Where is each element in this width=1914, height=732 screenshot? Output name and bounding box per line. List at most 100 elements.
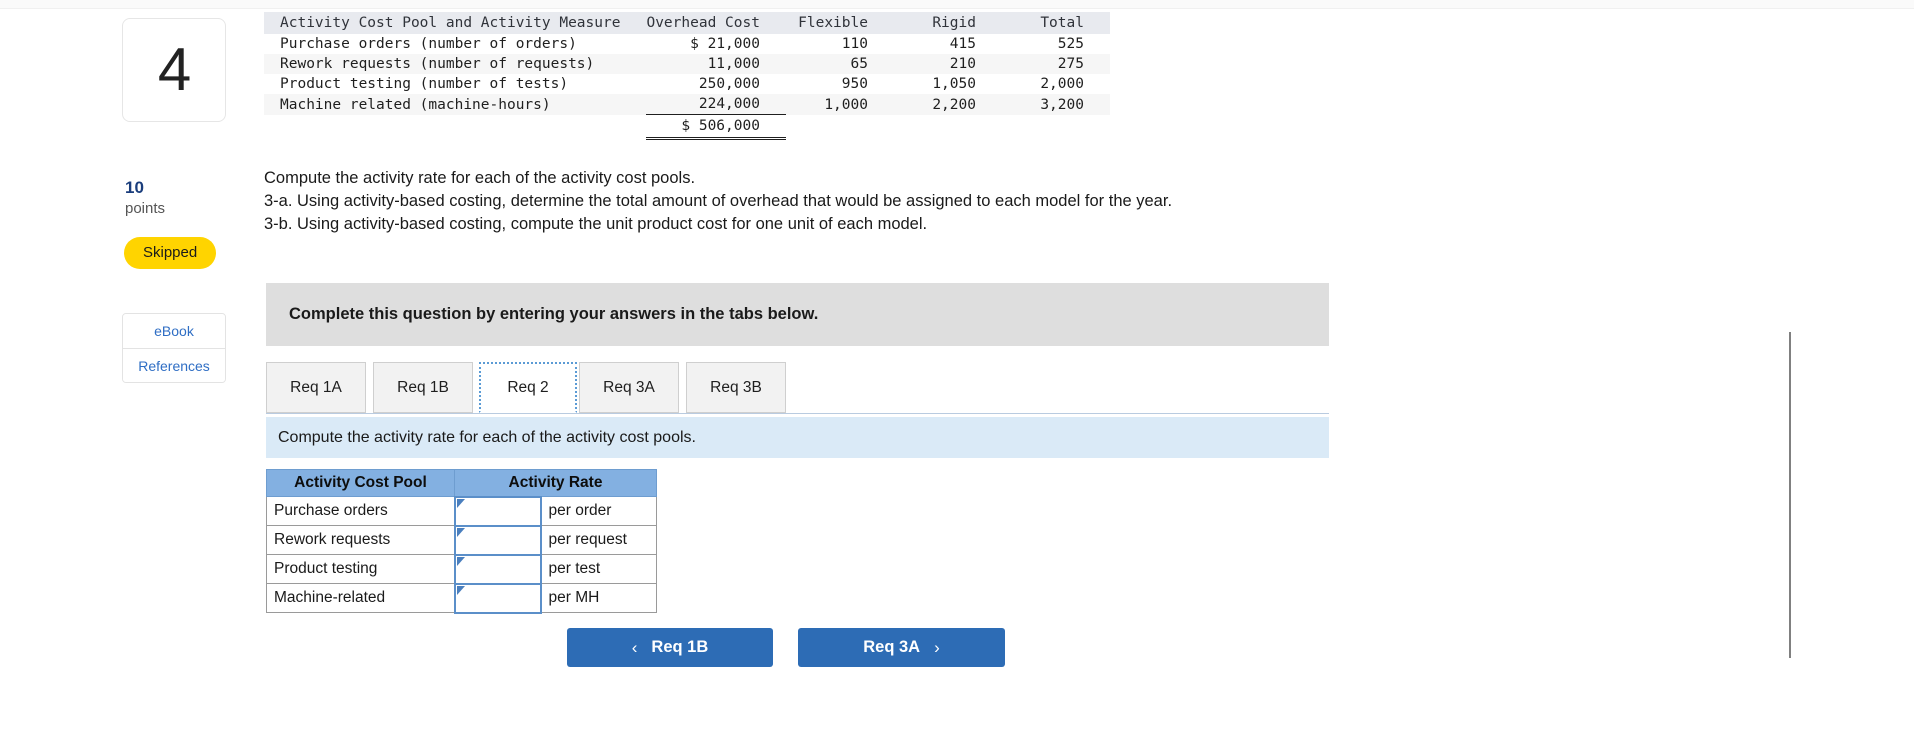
prev-req-button[interactable]: ‹ Req 1B <box>567 628 773 667</box>
exhibit-total-spacer <box>264 114 647 139</box>
exhibit-row-label: Machine related (machine-hours) <box>264 94 647 115</box>
exhibit-row-flexible: 110 <box>841 36 868 52</box>
question-prose: Compute the activity rate for each of th… <box>264 167 1664 236</box>
points-label: points <box>125 200 166 217</box>
exhibit-row-label: Rework requests (number of requests) <box>264 54 647 74</box>
tab-req-2[interactable]: Req 2 <box>479 362 577 413</box>
exhibit-total-spacer-4 <box>1001 114 1110 139</box>
question-number: 4 <box>157 36 191 103</box>
exhibit-table: Activity Cost Pool and Activity Measure … <box>264 12 1110 140</box>
answer-row-pool: Product testing <box>266 554 455 584</box>
exhibit-col-flexible: Flexible <box>785 12 894 34</box>
ebook-link[interactable]: eBook <box>123 314 225 348</box>
tab-label: Req 2 <box>507 378 549 396</box>
exhibit-row-rigid: 415 <box>949 36 976 52</box>
exhibit-row-total: 525 <box>1057 36 1084 52</box>
table-row: Machine related (machine-hours) 224,000 … <box>264 94 1110 115</box>
tab-req-3b[interactable]: Req 3B <box>686 362 786 413</box>
tab-req-1b[interactable]: Req 1B <box>373 362 473 413</box>
exhibit-row-flexible: 1,000 <box>785 94 894 115</box>
exhibit-row-label: Purchase orders (number of orders) <box>280 36 577 52</box>
instruction-banner-text: Complete this question by entering your … <box>289 305 819 323</box>
references-link[interactable]: References <box>123 348 225 382</box>
answer-row-unit: per order <box>540 496 657 526</box>
question-number-card: 4 <box>122 18 226 122</box>
answer-col-pool: Activity Cost Pool <box>266 469 455 497</box>
exhibit-total-row: $ 506,000 <box>264 114 1110 140</box>
chevron-left-icon: ‹ <box>631 637 638 657</box>
exhibit-row-rigid: 210 <box>893 54 1002 74</box>
question-page: 4 10 points Skipped eBook References Act… <box>0 0 1914 732</box>
exhibit-header-row: Activity Cost Pool and Activity Measure … <box>264 12 1110 34</box>
exhibit-row-rigid: 2,200 <box>893 94 1002 115</box>
question-rail: 4 10 points Skipped eBook References <box>122 18 226 383</box>
exhibit-row-total: 2,000 <box>1040 76 1084 92</box>
points-block: 10 points <box>122 179 226 219</box>
exhibit-row-overhead: 224,000 <box>646 94 786 115</box>
next-req-button[interactable]: Req 3A › <box>798 628 1005 667</box>
exhibit-row-label: Product testing (number of tests) <box>280 76 569 92</box>
chevron-right-icon: › <box>934 637 940 657</box>
requirement-bar: Compute the activity rate for each of th… <box>266 417 1329 458</box>
answer-table: Activity Cost Pool Activity Rate Purchas… <box>266 469 657 614</box>
activity-rate-input-product-testing[interactable] <box>453 553 542 585</box>
answer-row-pool: Rework requests <box>266 525 455 555</box>
next-req-label: Req 3A <box>863 638 921 656</box>
activity-rate-input-purchase-orders[interactable] <box>453 495 542 527</box>
tab-label: Req 1A <box>290 378 342 396</box>
instruction-banner: Complete this question by entering your … <box>266 283 1329 346</box>
table-row: Product testing (number of tests) 250,00… <box>264 74 1110 94</box>
exhibit-row-flexible: 65 <box>785 54 894 74</box>
exhibit-total-overhead: $ 506,000 <box>646 114 786 140</box>
answer-col-rate: Activity Rate <box>454 469 657 497</box>
prose-line-1: Compute the activity rate for each of th… <box>264 169 696 187</box>
points-value: 10 <box>125 178 144 197</box>
tabstrip-underline <box>266 413 1329 414</box>
page-top-band <box>0 0 1914 9</box>
table-row: Product testing per test <box>266 553 657 585</box>
requirement-bar-text: Compute the activity rate for each of th… <box>278 428 696 446</box>
exhibit-row-overhead: 11,000 <box>646 54 786 74</box>
exhibit-row-overhead: $ 21,000 <box>690 36 760 52</box>
activity-rate-input-machine-related[interactable] <box>453 582 542 614</box>
answer-row-unit: per test <box>540 554 657 584</box>
tab-req-1a[interactable]: Req 1A <box>266 362 366 413</box>
exhibit-row-flexible: 950 <box>841 76 868 92</box>
exhibit-row-rigid: 1,050 <box>932 76 976 92</box>
answer-row-pool: Purchase orders <box>266 496 455 526</box>
prose-line-2: 3-a. Using activity-based costing, deter… <box>264 192 1173 210</box>
table-row: Purchase orders per order <box>266 495 657 527</box>
exhibit-col-rigid: Rigid <box>893 12 1002 34</box>
vertical-scrollbar-thumb[interactable] <box>1789 332 1791 658</box>
cell-flag-icon <box>456 556 465 566</box>
answer-row-unit: per MH <box>540 583 657 613</box>
exhibit-col-total: Total <box>1001 12 1110 34</box>
exhibit-col-pool: Activity Cost Pool and Activity Measure <box>264 12 647 34</box>
exhibit-row-overhead: 250,000 <box>698 76 760 92</box>
answer-row-unit: per request <box>540 525 657 555</box>
cell-flag-icon <box>456 498 465 508</box>
tab-label: Req 3A <box>603 378 655 396</box>
tab-label: Req 1B <box>397 378 449 396</box>
tab-navigation: ‹ Req 1B Req 3A › <box>567 628 1037 667</box>
exhibit-total-spacer-3 <box>893 114 1002 139</box>
table-row: Rework requests (number of requests) 11,… <box>264 54 1110 74</box>
table-row: Purchase orders (number of orders) $ 21,… <box>264 34 1110 54</box>
cell-flag-icon <box>456 585 465 595</box>
tab-label: Req 3B <box>710 378 762 396</box>
requirement-tabs: Req 1A Req 1B Req 2 Req 3A Req 3B <box>266 362 1329 414</box>
exhibit-row-total: 3,200 <box>1001 94 1110 115</box>
status-badge: Skipped <box>124 237 217 269</box>
resource-links: eBook References <box>122 313 226 383</box>
activity-rate-input-rework-requests[interactable] <box>453 524 542 556</box>
table-row: Rework requests per request <box>266 524 657 556</box>
cell-flag-icon <box>456 527 465 537</box>
answer-table-header-row: Activity Cost Pool Activity Rate <box>266 469 657 497</box>
prose-line-3: 3-b. Using activity-based costing, compu… <box>264 215 928 233</box>
exhibit-total-spacer-2 <box>785 114 894 139</box>
tab-req-3a[interactable]: Req 3A <box>579 362 679 413</box>
exhibit-col-overhead: Overhead Cost <box>646 12 786 34</box>
answer-row-pool: Machine-related <box>266 583 455 613</box>
prev-req-label: Req 1B <box>651 638 709 656</box>
exhibit-row-total: 275 <box>1001 54 1110 74</box>
